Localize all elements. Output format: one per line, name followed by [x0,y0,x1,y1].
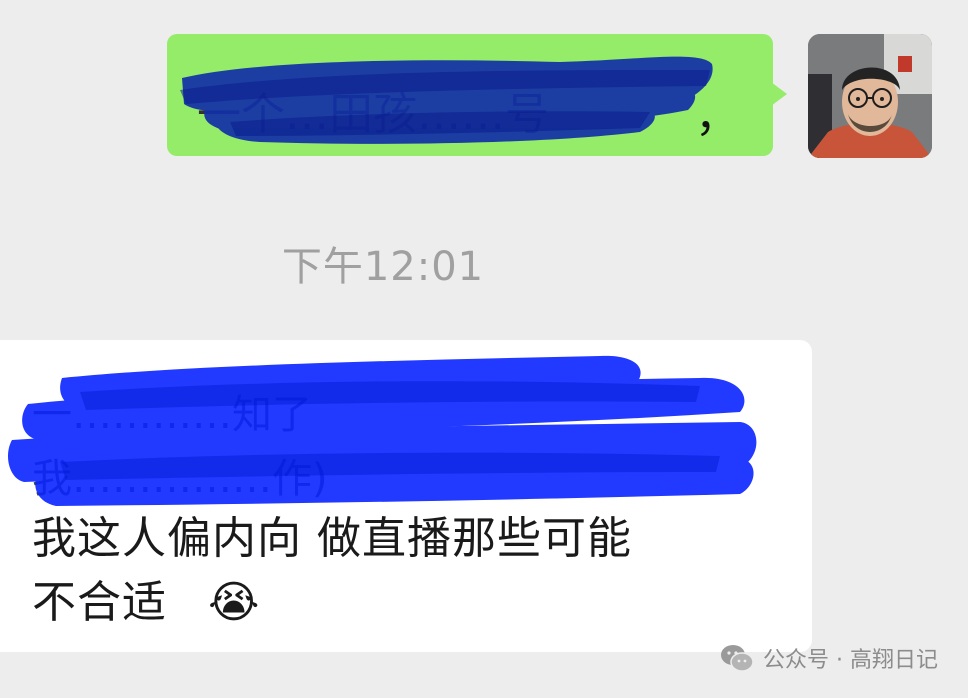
incoming-redacted-line-1: 一…………知了 [32,392,312,438]
wechat-logo-icon [721,645,754,672]
avatar-photo-icon [808,34,932,158]
watermark-label: 公众号 · 高翔日记 [763,648,938,673]
incoming-message-line-1: 我这人偏内向 做直播那些可能 [32,513,632,564]
contact-avatar[interactable] [808,34,932,158]
incoming-redacted-line-2: 我……………作) [32,456,328,502]
official-account-watermark: 公众号 · 高翔日记 [719,642,938,674]
outgoing-redacted-text: 一个…田孩……号 [197,89,549,140]
incoming-message-line-2: 不合适 😭 [32,566,260,630]
message-timestamp: 下午12:01 [281,244,485,290]
crying-emoji-icon: 😭 [208,577,261,628]
incoming-message-bubble[interactable]: 一…………知了 我……………作) 我这人偏内向 做直播那些可能 不合适 😭 [0,340,812,652]
incoming-message-line-2-text: 不合适 [32,577,167,628]
outgoing-message-bubble[interactable]: 一个…田孩……号 ， [167,34,773,156]
outgoing-visible-text: ， [695,91,739,142]
outgoing-bubble-tail [771,82,787,106]
